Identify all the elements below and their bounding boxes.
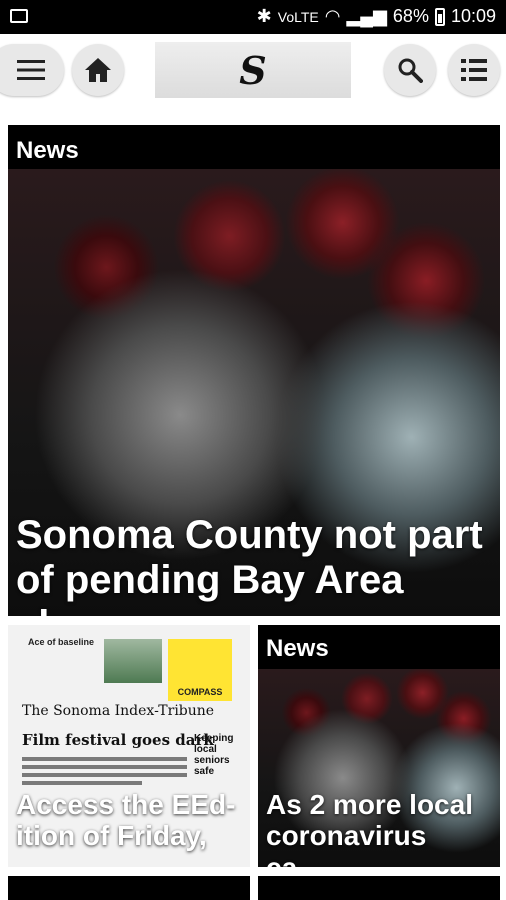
paper-ad: COMPASS — [168, 639, 232, 701]
next-card-right[interactable] — [258, 876, 500, 900]
search-button[interactable] — [384, 44, 436, 96]
battery-icon — [434, 7, 445, 26]
coronavirus-card[interactable]: News As 2 more local coronavirus ca… — [258, 625, 500, 867]
eedition-card[interactable]: Ace of baseline COMPASS The Sonoma Index… — [8, 625, 250, 867]
paper-top-headline: Ace of baseline — [28, 637, 95, 647]
paper-lead-headline: Film festival goes dark — [22, 731, 214, 749]
next-card-left[interactable] — [8, 876, 250, 900]
status-right: ✱ VoLTE ◠ ▂▄▆ 68% 10:09 — [257, 6, 496, 27]
coronavirus-headline: As 2 more local coronavirus ca… — [266, 789, 473, 867]
battery-percent: 68% — [392, 6, 429, 26]
paper-text-line — [22, 757, 187, 761]
eedition-headline: Access the EEd-ition of Friday, … — [16, 789, 236, 867]
menu-button[interactable] — [0, 44, 64, 96]
paper-text-line — [22, 781, 142, 785]
coronavirus-kicker: News — [266, 635, 329, 662]
home-button[interactable] — [72, 44, 124, 96]
top-story-card[interactable]: News Sonoma County not part of pending B… — [8, 125, 500, 616]
site-logo: S — [239, 47, 267, 93]
sections-button[interactable] — [448, 44, 500, 96]
logo-button[interactable]: S — [155, 42, 351, 98]
home-icon — [85, 58, 111, 82]
list-icon — [461, 59, 487, 81]
app-bar: S — [0, 34, 506, 110]
story-kicker: News — [16, 137, 79, 164]
paper-ad-label: COMPASS — [177, 687, 223, 697]
paper-text-line — [22, 773, 187, 777]
paper-text-line — [22, 765, 187, 769]
wifi-icon: ◠ — [324, 6, 341, 26]
paper-masthead: The Sonoma Index-Tribune — [22, 703, 215, 719]
story-headline: Sonoma County not part of pending Bay Ar… — [16, 513, 483, 616]
clock: 10:09 — [450, 6, 496, 26]
paper-photo — [104, 639, 162, 683]
status-bar: ✱ VoLTE ◠ ▂▄▆ 68% 10:09 — [0, 0, 506, 34]
hamburger-icon — [17, 60, 45, 80]
gallery-icon — [10, 9, 28, 23]
bluetooth-icon: ✱ — [256, 6, 272, 26]
signal-icon: ▂▄▆ — [346, 6, 387, 26]
paper-side-headline: Keeping local seniors safe — [194, 733, 234, 777]
volte-label: VoLTE — [277, 8, 319, 25]
search-icon — [398, 58, 423, 83]
